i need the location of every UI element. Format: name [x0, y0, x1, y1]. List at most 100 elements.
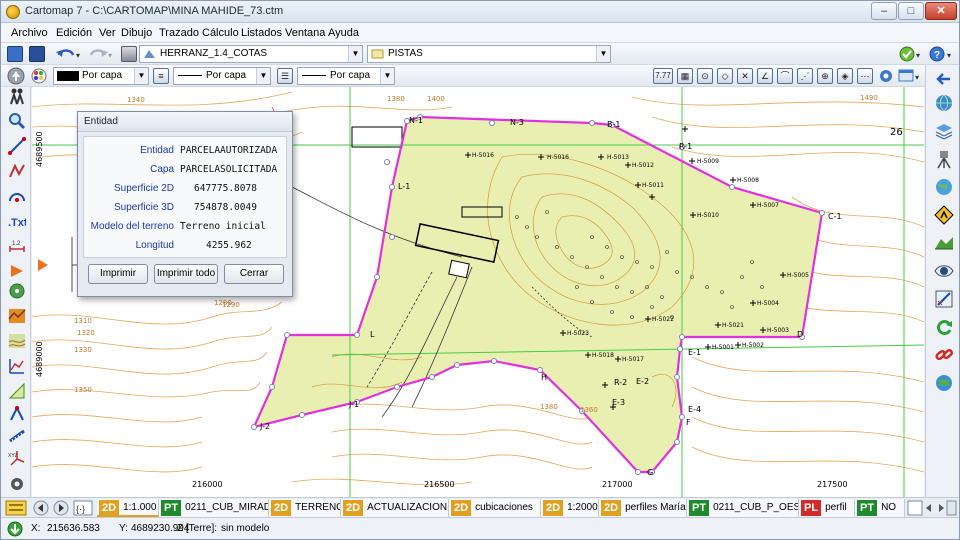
- redo-icon[interactable]: ▾: [87, 46, 115, 62]
- menu-edicion[interactable]: Edición: [56, 27, 92, 39]
- link-chain-icon[interactable]: [934, 345, 954, 365]
- globe-bookmark-icon[interactable]: [934, 93, 954, 113]
- maximize-button[interactable]: □: [898, 2, 924, 20]
- arc-tool-icon[interactable]: [8, 187, 26, 205]
- layer-combo[interactable]: HERRANZ_1.4_COTAS ▼: [139, 45, 363, 63]
- snap-point-icon[interactable]: ⋯: [857, 68, 873, 84]
- point-tool-icon[interactable]: [8, 282, 26, 300]
- line-tool-icon[interactable]: [8, 137, 26, 155]
- vertex-label: E-3: [612, 398, 625, 407]
- tab-menu-icon[interactable]: [5, 500, 27, 516]
- new-file-icon[interactable]: [7, 46, 23, 62]
- globe-icon[interactable]: [934, 177, 954, 197]
- download-arrow-icon[interactable]: [7, 521, 23, 537]
- view-options-icon[interactable]: ▾: [898, 68, 922, 84]
- tab-drawing[interactable]: 2D 1:2000: [541, 499, 599, 517]
- tab-badge: 2D: [601, 500, 622, 516]
- menu-dibujo[interactable]: Dibujo: [121, 27, 152, 39]
- contour-tool-icon[interactable]: [8, 332, 26, 350]
- layer-stack-icon[interactable]: [934, 121, 954, 141]
- tab-prev-icon[interactable]: [33, 500, 49, 516]
- axis-x-label: 216500: [424, 480, 455, 489]
- field-label: Modelo del terreno: [90, 221, 174, 232]
- xyz-tool-icon[interactable]: XYZ: [8, 449, 26, 467]
- tab-drawing[interactable]: 2D cubicaciones: [449, 499, 541, 517]
- snap-end-icon[interactable]: ⊙: [697, 68, 713, 84]
- tab-drawing[interactable]: 2D perfiles María: [599, 499, 687, 517]
- eye-icon[interactable]: [934, 261, 954, 281]
- snap-perp-icon[interactable]: ∠: [757, 68, 773, 84]
- scale-readout[interactable]: 7.77: [653, 68, 673, 84]
- menu-listados[interactable]: Listados: [241, 27, 282, 39]
- zoom-icon[interactable]: [8, 112, 26, 130]
- vertex-label: J-1: [348, 400, 359, 409]
- color-palette-icon[interactable]: [29, 67, 49, 85]
- text-tool-icon[interactable]: .Txt: [8, 212, 26, 230]
- tab-scroll-icon[interactable]: [907, 500, 957, 516]
- print-all-button[interactable]: Imprimir todo: [154, 264, 218, 284]
- slope-tool-icon[interactable]: [8, 382, 26, 400]
- angle-tool-icon[interactable]: [8, 405, 26, 423]
- contour-label: 1280: [214, 299, 232, 307]
- print-button[interactable]: Imprimir: [88, 264, 148, 284]
- tab-drawing[interactable]: 2D 1:1.000: [97, 499, 159, 517]
- dimension-tool-icon[interactable]: 1.2: [8, 237, 26, 255]
- arrow-left-icon[interactable]: [934, 69, 954, 89]
- tab-drawing[interactable]: PT NO: [855, 499, 905, 517]
- lineweight-icon[interactable]: ☰: [277, 68, 293, 84]
- help-icon[interactable]: ? ▾: [929, 46, 955, 62]
- tab-next-icon[interactable]: [53, 500, 69, 516]
- menu-ayuda[interactable]: Ayuda: [328, 27, 359, 39]
- snap-quad-icon[interactable]: ◈: [837, 68, 853, 84]
- linetype-icon[interactable]: ≡: [153, 68, 169, 84]
- refresh-icon[interactable]: [934, 317, 954, 337]
- earth-network-icon[interactable]: [934, 373, 954, 393]
- up-arrow-icon[interactable]: [7, 67, 25, 85]
- tab-drawing[interactable]: PT0211_CUB_P_OESTE: [687, 499, 799, 517]
- field-label: Capa: [150, 164, 174, 175]
- check-icon[interactable]: ▾: [899, 46, 923, 62]
- settings-gear-icon[interactable]: [878, 68, 894, 84]
- terrain-model-icon[interactable]: [934, 233, 954, 253]
- vertex-label: F: [686, 418, 691, 427]
- terrain-tool-icon[interactable]: [8, 307, 26, 325]
- drafting-icon[interactable]: [934, 289, 954, 309]
- resize-grip[interactable]: [906, 521, 956, 537]
- color-combo[interactable]: Por capa ▼: [53, 67, 149, 85]
- tab-drawing[interactable]: 2D TERRENO: [269, 499, 341, 517]
- menu-ventana[interactable]: Ventana: [285, 27, 325, 39]
- layers-icon[interactable]: [121, 46, 137, 62]
- settings-gear-icon[interactable]: [8, 475, 26, 493]
- snap-near-icon[interactable]: ⋰: [797, 68, 813, 84]
- profile-tool-icon[interactable]: [8, 357, 26, 375]
- menu-calculo[interactable]: Cálculo: [202, 27, 239, 39]
- menu-ver[interactable]: Ver: [99, 27, 116, 39]
- tab-drawing[interactable]: PT 0211_CUB_MIRADC: [159, 499, 269, 517]
- contour-label: 1350: [74, 386, 92, 394]
- linetype-combo[interactable]: Por capa ▼: [173, 67, 271, 85]
- pan-people-icon[interactable]: [8, 87, 26, 105]
- tab-drawing[interactable]: 2D ACTUALIZACION: [341, 499, 449, 517]
- snap-mid-icon[interactable]: ◇: [717, 68, 733, 84]
- triangle-marker-icon[interactable]: [8, 262, 26, 280]
- svg-text:?: ?: [934, 50, 940, 61]
- close-window-button[interactable]: ✕: [925, 2, 957, 20]
- snap-grid-icon[interactable]: ▦: [677, 68, 693, 84]
- menu-archivo[interactable]: Archivo: [11, 27, 48, 39]
- polyline-tool-icon[interactable]: [8, 162, 26, 180]
- close-dialog-button[interactable]: Cerrar: [224, 264, 284, 284]
- minimize-button[interactable]: –: [871, 2, 897, 20]
- survey-station-icon[interactable]: [934, 149, 954, 169]
- layer2-combo[interactable]: PISTAS ▼: [367, 45, 611, 63]
- snap-tangent-icon[interactable]: ⌒: [777, 68, 793, 84]
- snap-center-icon[interactable]: ⊕: [817, 68, 833, 84]
- lineweight-combo[interactable]: Por capa ▼: [297, 67, 395, 85]
- save-icon[interactable]: [29, 46, 45, 62]
- undo-icon[interactable]: ▾: [55, 46, 83, 62]
- snap-intersect-icon[interactable]: ✕: [737, 68, 753, 84]
- warning-sign-icon[interactable]: [934, 205, 954, 225]
- menu-trazado[interactable]: Trazado: [159, 27, 199, 39]
- tab-drawing[interactable]: PL perfil: [799, 499, 855, 517]
- tab-list-icon[interactable]: {·}: [73, 500, 93, 516]
- measure-tool-icon[interactable]: [8, 427, 26, 445]
